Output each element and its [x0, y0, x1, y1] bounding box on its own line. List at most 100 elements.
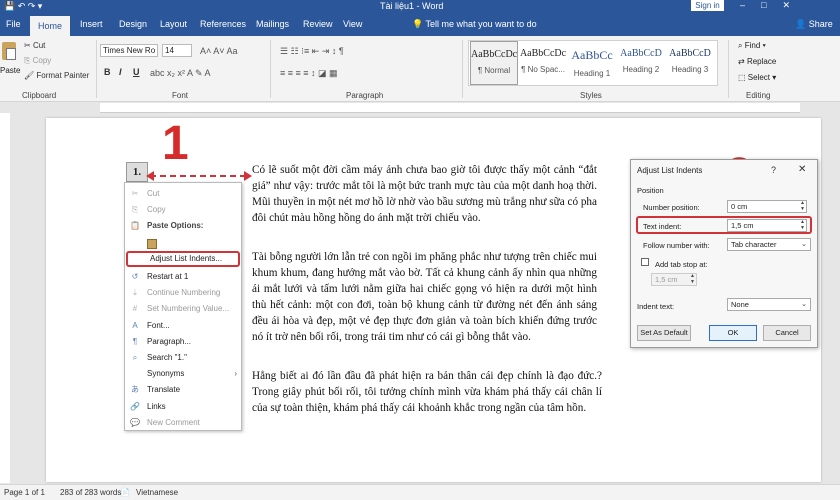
- align-buttons-icon[interactable]: ≡ ≡ ≡ ≡ ↕ ◪ ▦: [280, 68, 338, 79]
- menu-item-search[interactable]: ⌕ Search "1.": [125, 350, 241, 365]
- menu-item-adjust-list-indents[interactable]: Adjust List Indents...: [126, 251, 240, 267]
- number-position-input[interactable]: 0 cm ▲ ▼: [727, 200, 807, 213]
- paste-label: Paste: [0, 66, 21, 75]
- menu-item-paragraph[interactable]: ¶ Paragraph...: [125, 334, 241, 349]
- underline-button[interactable]: U: [133, 67, 140, 77]
- paragraph-icon: ¶: [132, 337, 138, 346]
- find-label: Find: [744, 41, 761, 50]
- follow-number-select[interactable]: Tab character ⌄: [727, 238, 811, 251]
- style-heading-2[interactable]: AaBbCcD Heading 2: [617, 41, 665, 85]
- tab-references[interactable]: References: [200, 19, 246, 29]
- word-count[interactable]: 283 of 283 words: [60, 488, 121, 497]
- title-bar: 💾 ↶ ↷ ▾ Tài liệu1 - Word Sign in –□✕: [0, 0, 840, 14]
- menu-item-continue-numbering[interactable]: ⇣ Continue Numbering: [125, 285, 241, 300]
- style-name: ¶ Normal: [477, 66, 511, 75]
- paper-icon: [6, 48, 16, 60]
- font-icon: A: [132, 321, 138, 330]
- restart-icon: ↺: [131, 272, 139, 281]
- add-tab-stop-checkbox[interactable]: [641, 258, 649, 266]
- tab-home[interactable]: Home: [30, 16, 70, 36]
- tell-me-search[interactable]: 💡 Tell me what you want to do: [412, 19, 537, 30]
- dialog-title: Adjust List Indents: [637, 166, 703, 175]
- paragraph-3[interactable]: Hẳng biết ai đó lần đầu đã phát hiện ra …: [252, 368, 602, 416]
- font-name-select[interactable]: Times New Ro: [100, 44, 158, 57]
- cancel-button[interactable]: Cancel: [763, 325, 811, 341]
- paragraph-1[interactable]: Có lẽ suốt một đời cầm máy ảnh chưa bao …: [252, 162, 597, 226]
- menu-item-cut[interactable]: ✂ Cut: [125, 186, 241, 201]
- share-button[interactable]: 👤 Share: [795, 19, 833, 30]
- number-position-label: Number position:: [643, 203, 700, 212]
- cut-button[interactable]: ✂ Cut: [24, 41, 45, 50]
- select-label: Select: [747, 73, 771, 82]
- style-preview: AaBbCcDc: [519, 48, 567, 59]
- comment-icon: 💬: [130, 418, 140, 427]
- menu-item-copy[interactable]: ⎘ Copy: [125, 202, 241, 217]
- tab-design[interactable]: Design: [119, 19, 147, 29]
- menu-item-translate[interactable]: あ Translate: [125, 382, 241, 397]
- tab-mailings[interactable]: Mailings: [256, 19, 289, 29]
- style-no-spacing[interactable]: AaBbCcDc ¶ No Spac...: [519, 41, 567, 85]
- set-as-default-button[interactable]: Set As Default: [637, 325, 691, 341]
- arrow-left-icon: [146, 171, 154, 181]
- menu-item-font[interactable]: A Font...: [125, 318, 241, 333]
- spinner-icon[interactable]: ▲ ▼: [800, 200, 805, 212]
- menu-item-restart-at-1[interactable]: ↺ Restart at 1: [125, 269, 241, 284]
- list-number[interactable]: 1.: [126, 162, 148, 182]
- document-title: Tài liệu1 - Word: [380, 1, 444, 11]
- position-section-label: Position: [637, 186, 664, 195]
- help-icon[interactable]: ?: [771, 165, 776, 175]
- style-heading-1[interactable]: AaBbCc Heading 1: [568, 41, 616, 85]
- style-preview: AaBbCcDc: [471, 49, 517, 60]
- divider: [462, 40, 463, 98]
- find-button[interactable]: ⌕ Find ▾: [738, 41, 766, 51]
- menu-item-new-comment[interactable]: 💬 New Comment: [125, 415, 241, 430]
- select-button[interactable]: ⬚ Select ▾: [738, 73, 776, 82]
- replace-button[interactable]: ⇄ Replace: [738, 57, 776, 66]
- horizontal-ruler[interactable]: [100, 103, 800, 113]
- tab-stop-input[interactable]: 1,5 cm ▲ ▼: [651, 273, 697, 286]
- proofing-icon[interactable]: 📄: [120, 488, 130, 497]
- tab-view[interactable]: View: [343, 19, 362, 29]
- close-icon[interactable]: ✕: [798, 164, 806, 175]
- style-normal[interactable]: AaBbCcDc ¶ Normal: [470, 41, 518, 85]
- ok-button[interactable]: OK: [709, 325, 757, 341]
- window-controls[interactable]: –□✕: [740, 0, 806, 11]
- font-size-select[interactable]: 14: [162, 44, 192, 57]
- sign-in-button[interactable]: Sign in: [691, 0, 724, 11]
- tab-layout[interactable]: Layout: [160, 19, 187, 29]
- paste-button[interactable]: Paste: [0, 42, 20, 80]
- bold-button[interactable]: B: [104, 67, 111, 77]
- font-effects-icon[interactable]: abc x₂ x² A ✎ A: [150, 68, 211, 79]
- paragraph-2[interactable]: Tài bỗng người lớn lẫn trẻ con ngồi im p…: [252, 249, 597, 345]
- menu-item-set-numbering-value[interactable]: # Set Numbering Value...: [125, 301, 241, 316]
- text-indent-highlight: [636, 216, 812, 234]
- italic-button[interactable]: I: [119, 67, 122, 77]
- menu-label: Restart at 1: [147, 272, 189, 281]
- menu-label: Search "1.": [147, 353, 187, 362]
- indent-text-select[interactable]: None ⌄: [727, 298, 811, 311]
- clipboard-icon: 📋: [130, 221, 140, 230]
- grow-font-icon[interactable]: A˄ A˅ Aa: [200, 46, 238, 56]
- tab-file[interactable]: File: [6, 19, 21, 29]
- menu-label: Font...: [147, 321, 170, 330]
- spinner-icon[interactable]: ▲ ▼: [690, 273, 695, 285]
- tab-insert[interactable]: Insert: [80, 19, 103, 29]
- tab-review[interactable]: Review: [303, 19, 333, 29]
- style-name: Heading 3: [671, 65, 709, 74]
- follow-number-value: Tab character: [731, 240, 777, 249]
- list-buttons-icon[interactable]: ☰ ☷ ⁝≡ ⇤ ⇥ ↕ ¶: [280, 46, 344, 57]
- menu-item-synonyms[interactable]: Synonyms ›: [125, 366, 241, 381]
- format-painter-button[interactable]: 🖌 Format Painter: [24, 71, 89, 80]
- style-heading-3[interactable]: AaBbCcD Heading 3: [666, 41, 714, 85]
- language-indicator[interactable]: Vietnamese: [136, 488, 178, 497]
- menu-label: Synonyms: [147, 369, 185, 378]
- menu-label: New Comment: [147, 418, 200, 427]
- copy-button[interactable]: ⎘ Copy: [24, 56, 51, 66]
- quick-access-toolbar[interactable]: 💾 ↶ ↷ ▾: [4, 1, 42, 12]
- translate-icon: あ: [131, 385, 139, 394]
- paste-keep-text-icon[interactable]: [147, 239, 157, 249]
- style-preview: AaBbCcD: [669, 48, 711, 59]
- styles-group-label: Styles: [580, 91, 602, 100]
- menu-item-links[interactable]: 🔗 Links: [125, 399, 241, 414]
- menu-label: Adjust List Indents...: [150, 254, 223, 263]
